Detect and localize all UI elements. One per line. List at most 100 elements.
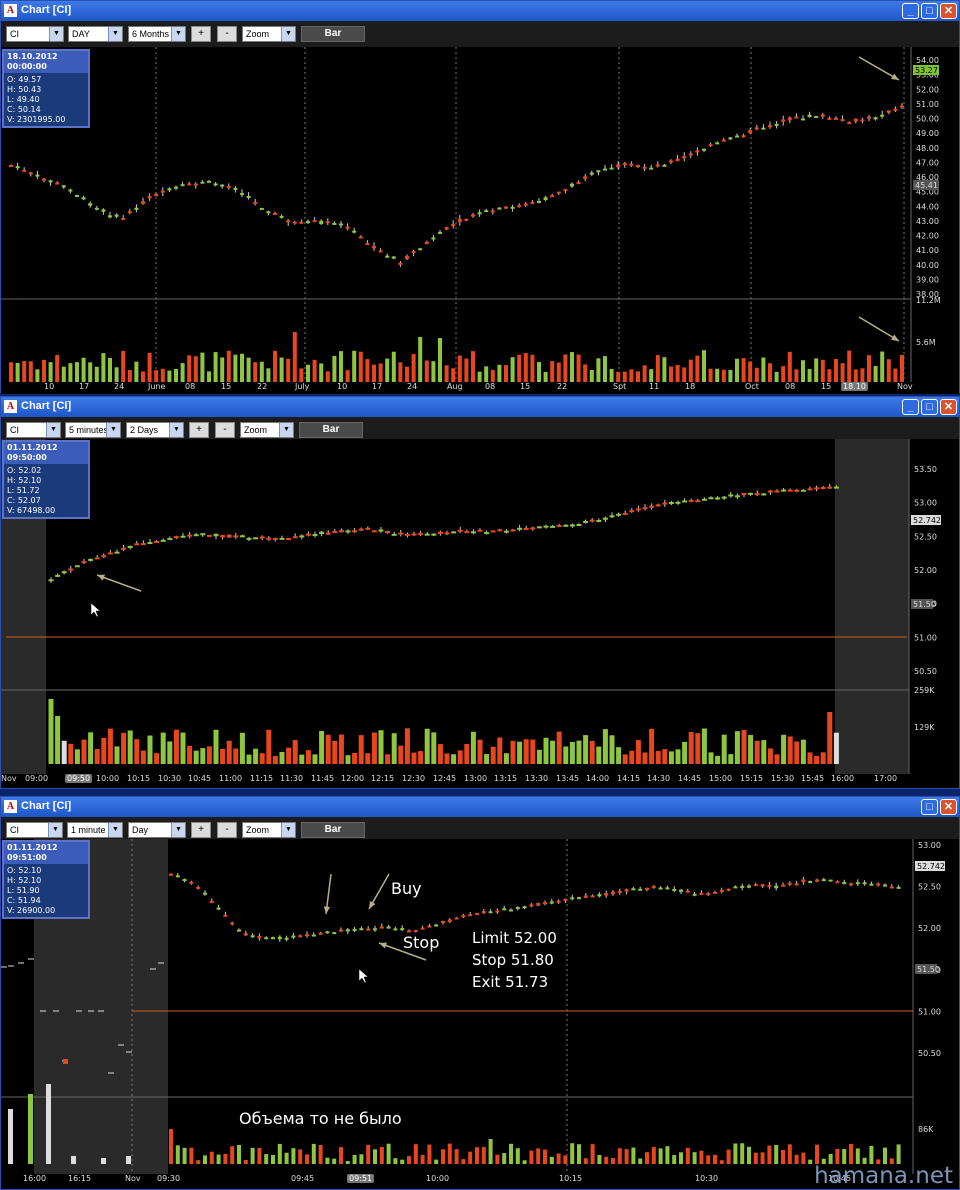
x-tick-label: 15:30: [771, 774, 795, 783]
candle-body: [470, 531, 476, 534]
volume-bar: [649, 728, 655, 764]
chevron-down-icon[interactable]: ▼: [108, 823, 122, 837]
zoom-select[interactable]: Zoom ▼: [242, 822, 296, 838]
symbol-select[interactable]: CI ▼: [6, 822, 63, 838]
price-chart[interactable]: 54.00 53.00 52.00 51.00 50.00 49.00 48.00 47.00…: [1, 47, 959, 382]
period-select[interactable]: 1 minute ▼: [67, 822, 123, 838]
period-select[interactable]: DAY ▼: [68, 26, 123, 42]
volume-bar: [359, 1154, 364, 1164]
window-title: Chart [CI]: [21, 4, 72, 16]
zoom-in-button[interactable]: +: [191, 822, 211, 838]
volume-bar: [291, 1148, 296, 1164]
volume-bar: [748, 734, 754, 764]
candle-body: [900, 105, 904, 108]
maximize-button[interactable]: □: [921, 799, 938, 815]
symbol-select[interactable]: CI ▼: [6, 26, 64, 42]
maximize-button[interactable]: □: [921, 399, 938, 415]
volume-bar: [604, 1156, 609, 1164]
volume-bar: [833, 732, 839, 764]
bar-button[interactable]: Bar: [301, 26, 365, 42]
period-select[interactable]: 5 minutes ▼: [65, 422, 121, 438]
chart-canvas[interactable]: 53.50 53.00 52.50 52.00 51.50 51.00 50.50 259K 1…: [1, 439, 959, 774]
minimize-button[interactable]: _: [902, 3, 919, 19]
zoom-out-button[interactable]: -: [217, 26, 237, 42]
zoom-in-button[interactable]: +: [189, 422, 209, 438]
volume-bar: [695, 733, 701, 764]
candle-body: [427, 925, 432, 928]
window-titlebar[interactable]: A Chart [CI] _ □ ✕: [1, 1, 959, 21]
chevron-down-icon[interactable]: ▼: [171, 823, 185, 837]
candle-body: [81, 561, 87, 564]
zoom-in-button[interactable]: +: [191, 26, 211, 42]
volume-bar: [154, 370, 159, 382]
chevron-down-icon[interactable]: ▼: [108, 27, 122, 41]
volume-bar: [503, 753, 509, 764]
volume-bar: [253, 362, 258, 382]
x-tick-label: 17: [372, 382, 383, 391]
chevron-down-icon[interactable]: ▼: [48, 823, 62, 837]
candle-body: [127, 211, 132, 214]
range-select[interactable]: 6 Months ▼: [128, 26, 186, 42]
volume-bar: [504, 365, 508, 382]
candle-body: [635, 508, 641, 511]
bar-button[interactable]: Bar: [299, 422, 363, 438]
close-button[interactable]: ✕: [940, 3, 957, 19]
x-tick-label: 08: [785, 382, 796, 391]
chevron-down-icon[interactable]: ▼: [169, 423, 183, 437]
candle-body: [781, 119, 786, 122]
volume-bar: [373, 1149, 377, 1164]
candle-body: [108, 215, 112, 218]
candle-body: [223, 914, 228, 917]
info-date: 01.11.2012 09:50:00: [4, 442, 88, 464]
volume-bar: [708, 752, 714, 764]
y-tick-label: 47.00: [916, 158, 939, 167]
range-select[interactable]: Day ▼: [128, 822, 186, 838]
volume-bar: [438, 338, 442, 382]
volume-bar: [665, 1146, 670, 1164]
chevron-down-icon[interactable]: ▼: [281, 27, 295, 41]
window-titlebar[interactable]: A Chart [CI] _ □ ✕: [1, 397, 959, 417]
chevron-down-icon[interactable]: ▼: [171, 27, 185, 41]
volume-bar: [655, 355, 660, 382]
close-button[interactable]: ✕: [940, 399, 957, 415]
volume-bar: [550, 740, 556, 764]
zoom-out-button[interactable]: -: [215, 422, 235, 438]
chart-canvas[interactable]: 53.00 52.50 52.00 51.50 51.00 50.50 86K 52.7427…: [1, 839, 959, 1174]
candle-body: [180, 535, 186, 538]
volume-bar: [484, 366, 489, 382]
candle-body: [675, 501, 681, 504]
chevron-down-icon[interactable]: ▼: [279, 423, 293, 437]
chevron-down-icon[interactable]: ▼: [281, 823, 295, 837]
zoom-select[interactable]: Zoom ▼: [242, 26, 296, 42]
volume-bar: [378, 730, 384, 764]
minimize-button[interactable]: _: [902, 399, 919, 415]
limit-note: Limit 52.00: [472, 929, 557, 947]
session-shade: [835, 439, 909, 774]
zoom-out-button[interactable]: -: [217, 822, 237, 838]
chevron-down-icon[interactable]: ▼: [106, 423, 120, 437]
volume-bar: [107, 728, 113, 764]
price-chart[interactable]: 53.00 52.50 52.00 51.50 51.00 50.50 86K 52.7427…: [1, 839, 959, 1174]
candle-body: [160, 539, 166, 542]
chevron-down-icon[interactable]: ▼: [49, 27, 63, 41]
chart-canvas[interactable]: 54.0053.0052.0051.0050.0049.0048.0047.00…: [1, 47, 959, 382]
range-select[interactable]: 2 Days ▼: [126, 422, 184, 438]
symbol-select[interactable]: CI ▼: [6, 422, 61, 438]
zoom-select[interactable]: Zoom ▼: [240, 422, 294, 438]
candle-body: [114, 551, 120, 554]
volume-bar: [645, 1152, 649, 1164]
window-titlebar[interactable]: A Chart [CI] □ ✕: [1, 797, 959, 817]
maximize-button[interactable]: □: [921, 3, 938, 19]
x-tick-label: 09:45: [291, 1174, 315, 1183]
price-chart[interactable]: 53.50 53.00 52.50 52.00 51.50 51.00 50.50 259K 1…: [1, 439, 959, 774]
candle-body: [490, 210, 495, 213]
close-button[interactable]: ✕: [940, 799, 957, 815]
volume-bar: [616, 747, 622, 764]
candle-body: [385, 255, 390, 258]
bar-button[interactable]: Bar: [301, 822, 365, 838]
volume-bar: [61, 740, 67, 764]
volume-bar: [563, 746, 569, 764]
candle-body: [434, 924, 439, 927]
volume-bar: [840, 363, 845, 382]
chevron-down-icon[interactable]: ▼: [46, 423, 60, 437]
